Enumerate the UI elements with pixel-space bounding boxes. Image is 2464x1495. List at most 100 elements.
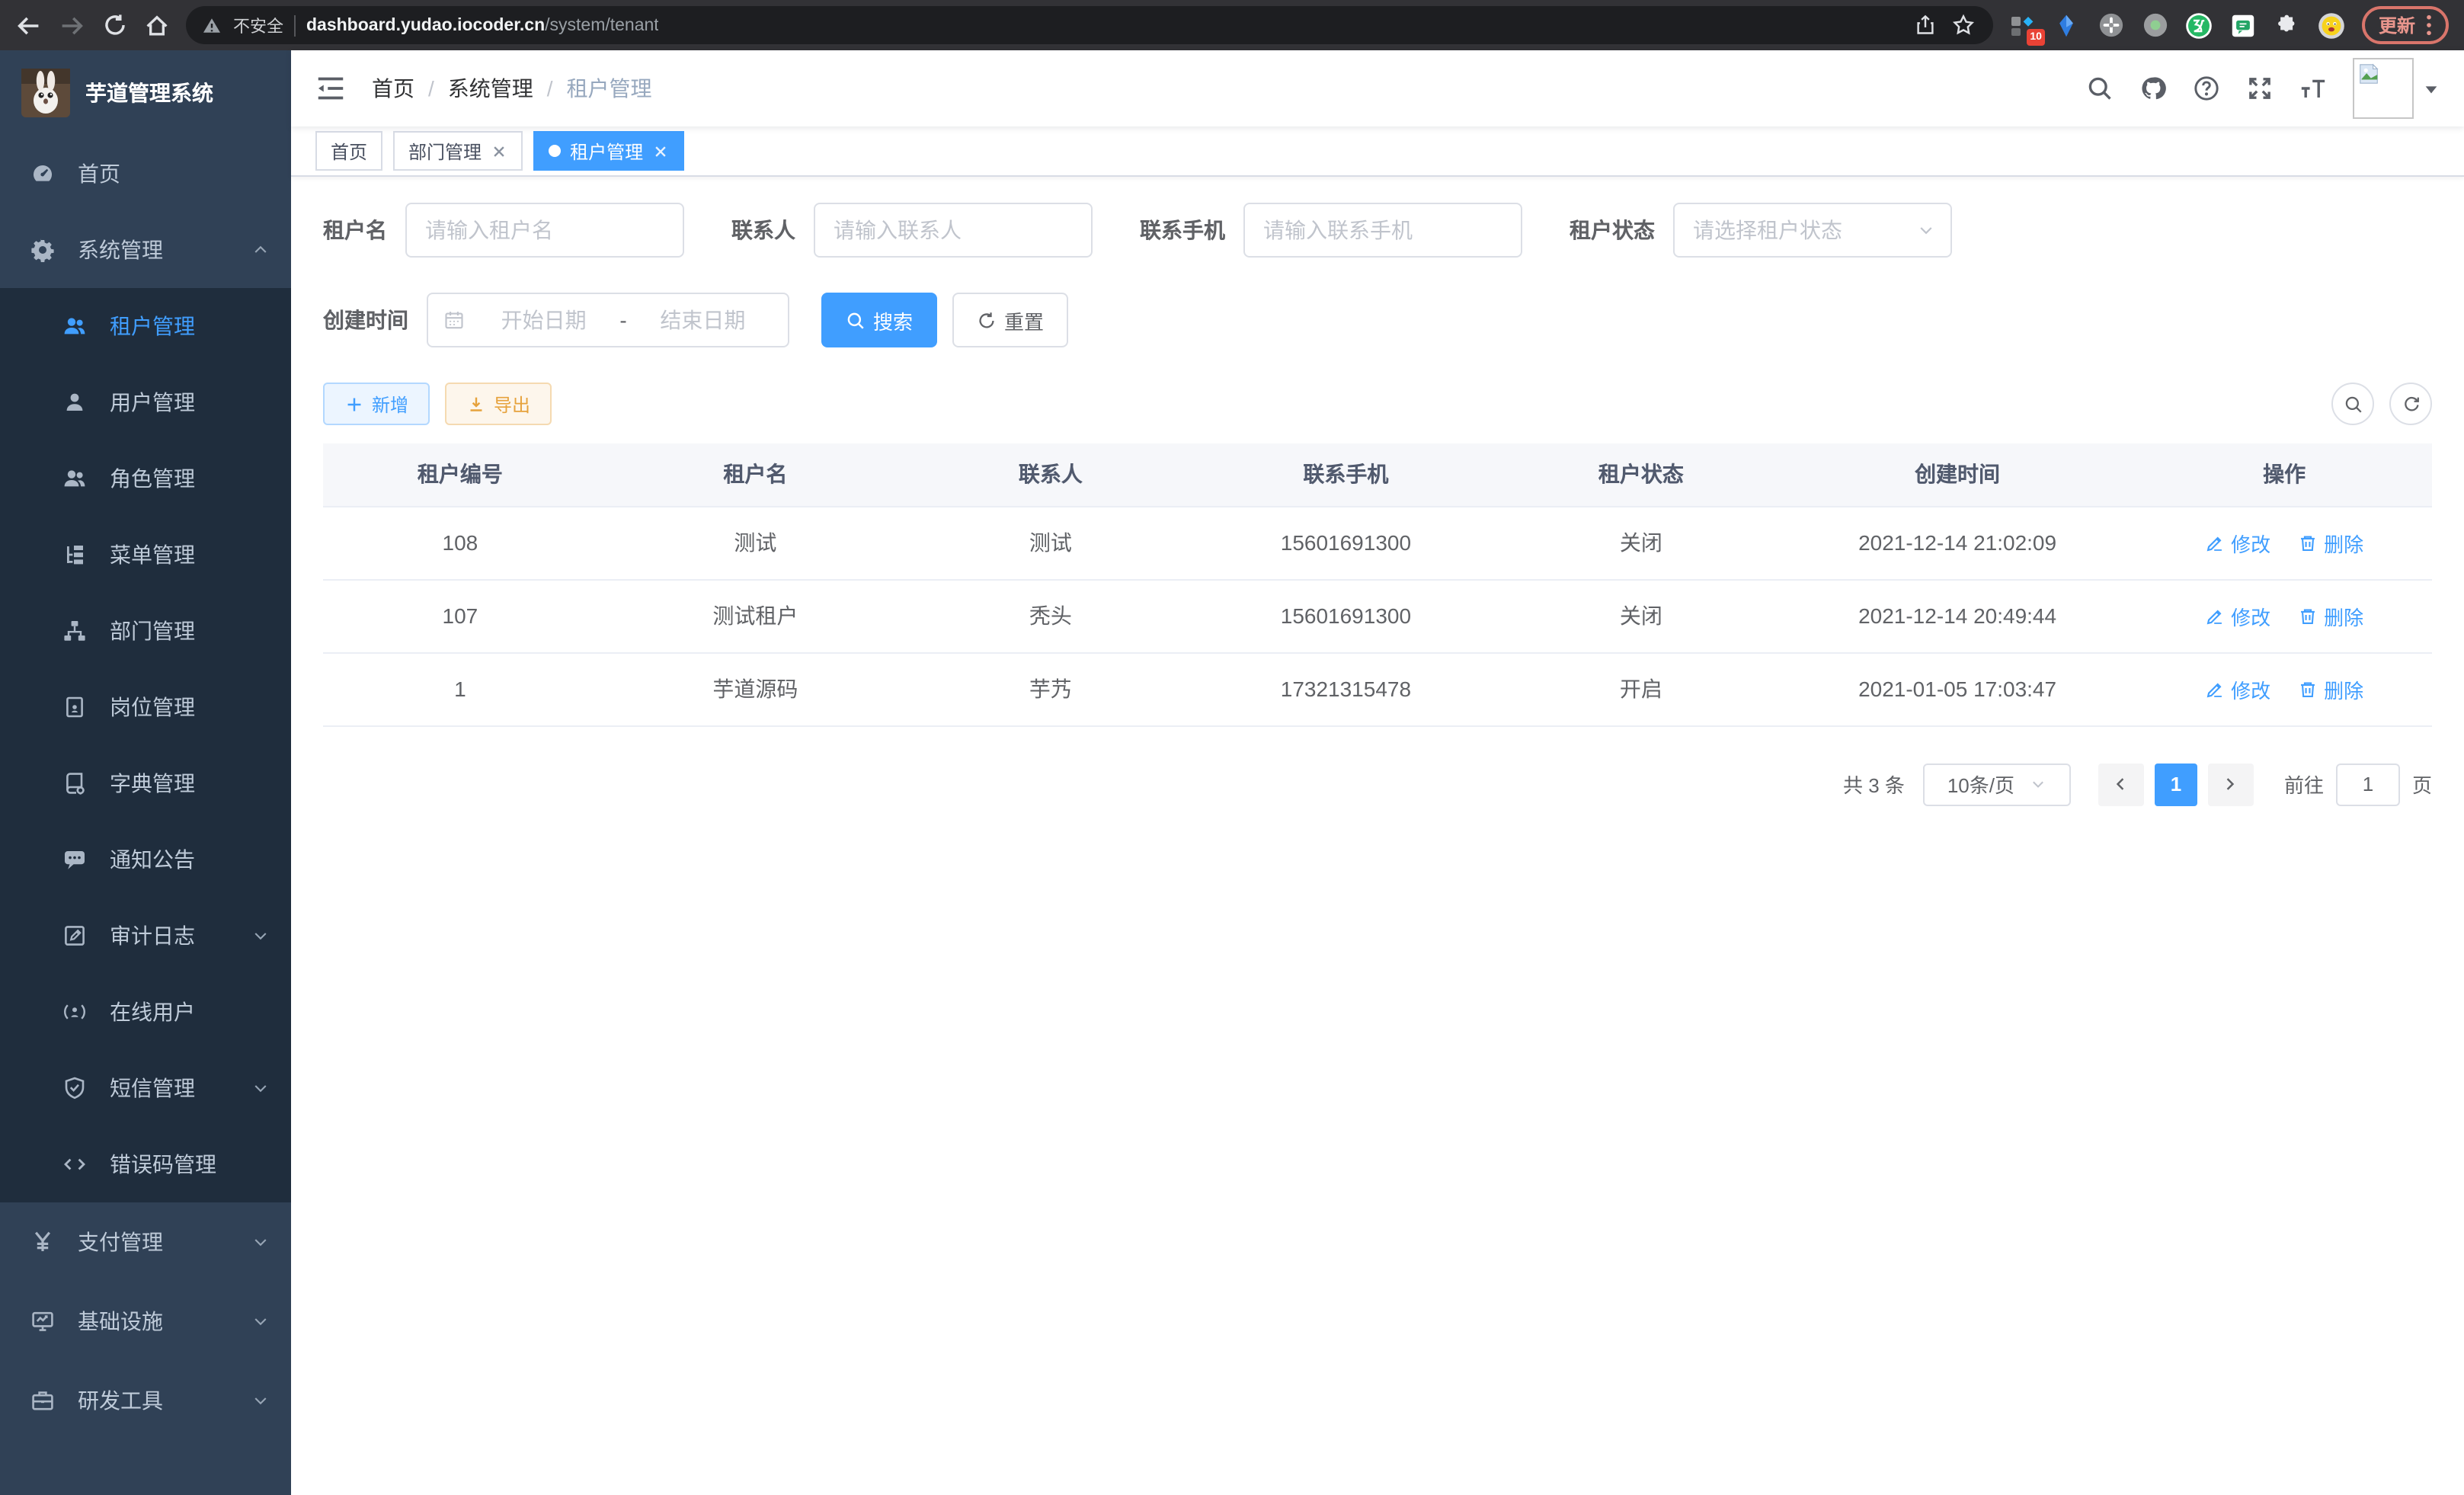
breadcrumb-item[interactable]: 首页 <box>372 73 414 104</box>
github-icon[interactable] <box>2139 75 2167 102</box>
extension-kite-icon[interactable] <box>2053 11 2082 40</box>
font-size-icon[interactable] <box>2299 75 2327 102</box>
sidebar-item-error-code[interactable]: 错误码管理 <box>0 1126 291 1202</box>
search-button[interactable]: 搜索 <box>821 293 937 347</box>
user-avatar[interactable] <box>2353 58 2440 119</box>
sidebar-item-sms[interactable]: 短信管理 <box>0 1050 291 1126</box>
share-icon[interactable] <box>1912 11 1940 39</box>
chevron-up-icon <box>251 241 270 259</box>
avatar-broken-image <box>2353 58 2414 119</box>
menu-tree-icon <box>62 543 87 567</box>
sidebar-item-tenant[interactable]: 租户管理 <box>0 288 291 364</box>
edit-link[interactable]: 修改 <box>2205 601 2270 630</box>
help-icon[interactable] <box>2193 75 2220 102</box>
browser-home-icon[interactable] <box>143 11 171 39</box>
security-label[interactable]: 不安全 <box>233 13 283 37</box>
sidebar-item-user[interactable]: 用户管理 <box>0 364 291 440</box>
date-range-picker[interactable]: 开始日期 - 结束日期 <box>427 293 789 347</box>
next-page-button[interactable] <box>2208 763 2254 805</box>
cell-contact: 芋艿 <box>914 652 1188 725</box>
add-button[interactable]: 新增 <box>323 383 430 425</box>
sidebar-item-label: 在线用户 <box>110 997 195 1027</box>
prev-page-button[interactable] <box>2098 763 2144 805</box>
sidebar-item-menu[interactable]: 菜单管理 <box>0 517 291 593</box>
sidebar-item-online-user[interactable]: 在线用户 <box>0 974 291 1050</box>
address-bar[interactable]: 不安全 dashboard.yudao.iocoder.cn/system/te… <box>186 6 1993 44</box>
sidebar-item-label: 基础设施 <box>78 1306 163 1337</box>
sidebar-item-role[interactable]: 角色管理 <box>0 440 291 517</box>
col-header-created: 创建时间 <box>1778 443 2137 506</box>
sidebar-item-infra[interactable]: 基础设施 <box>0 1282 291 1361</box>
browser-forward-icon[interactable] <box>58 11 85 39</box>
refresh-table-button[interactable] <box>2389 383 2432 425</box>
extension-badge: 10 <box>2027 29 2045 46</box>
reset-button[interactable]: 重置 <box>952 293 1068 347</box>
date-start-placeholder: 开始日期 <box>474 305 613 335</box>
sidebar-item-dict[interactable]: 字典管理 <box>0 745 291 821</box>
sidebar-item-dev-tools[interactable]: 研发工具 <box>0 1361 291 1440</box>
extension-gray-circle-icon[interactable] <box>2141 11 2170 40</box>
extensions-puzzle-icon[interactable] <box>2274 11 2302 40</box>
sidebar-item-label: 部门管理 <box>110 616 195 646</box>
sidebar-item-dept[interactable]: 部门管理 <box>0 593 291 669</box>
header-search-icon[interactable] <box>2086 75 2114 102</box>
extension-yuque-icon[interactable] <box>2185 11 2214 40</box>
user-icon <box>62 390 87 415</box>
chevron-down-icon <box>251 1079 270 1097</box>
tenant-name-input[interactable] <box>405 203 684 258</box>
search-button-label: 搜索 <box>873 306 913 335</box>
tag-home[interactable]: 首页 <box>315 131 382 171</box>
toggle-search-button[interactable] <box>2331 383 2374 425</box>
browser-toolbar: 不安全 dashboard.yudao.iocoder.cn/system/te… <box>0 0 2464 50</box>
sidebar-item-notice[interactable]: 通知公告 <box>0 821 291 898</box>
export-button[interactable]: 导出 <box>445 383 552 425</box>
phone-input[interactable] <box>1243 203 1522 258</box>
filter-row-1: 租户名 联系人 联系手机 租户状态 请选择租户状态 <box>323 203 2432 258</box>
tag-dept[interactable]: 部门管理 <box>393 131 523 171</box>
security-warning-icon[interactable] <box>201 14 222 36</box>
delete-link[interactable]: 删除 <box>2298 528 2363 557</box>
close-icon[interactable] <box>652 142 669 159</box>
url-text[interactable]: dashboard.yudao.iocoder.cn/system/tenant <box>306 16 659 34</box>
tenant-table: 租户编号 租户名 联系人 联系手机 租户状态 创建时间 操作 108 测试 <box>323 443 2432 726</box>
sidebar-logo[interactable]: 芋道管理系统 <box>0 50 291 136</box>
edit-link[interactable]: 修改 <box>2205 674 2270 703</box>
cell-phone: 15601691300 <box>1188 579 1504 652</box>
goto-page-input[interactable] <box>2336 763 2400 805</box>
breadcrumb-item[interactable]: 系统管理 <box>448 73 533 104</box>
extension-tab-manager-icon[interactable]: 10 <box>2008 11 2037 40</box>
browser-reload-icon[interactable] <box>101 11 128 39</box>
profile-avatar-icon[interactable] <box>2318 11 2347 40</box>
sidebar-item-post[interactable]: 岗位管理 <box>0 669 291 745</box>
extension-chat-icon[interactable] <box>2229 11 2258 40</box>
close-icon[interactable] <box>491 142 507 159</box>
tag-tenant-active[interactable]: 租户管理 <box>533 131 684 171</box>
status-select[interactable]: 请选择租户状态 <box>1673 203 1952 258</box>
dev-tools-icon <box>30 1388 55 1413</box>
edit-link[interactable]: 修改 <box>2205 528 2270 557</box>
extension-clover-icon[interactable] <box>2097 11 2126 40</box>
plus-icon <box>344 394 364 414</box>
sidebar-item-audit-log[interactable]: 审计日志 <box>0 898 291 974</box>
edit-pencil-icon <box>2205 679 2225 699</box>
filter-label: 联系人 <box>731 215 795 245</box>
breadcrumb-item-current: 租户管理 <box>567 73 652 104</box>
sidebar-item-label: 通知公告 <box>110 844 195 875</box>
page-number-current[interactable]: 1 <box>2155 763 2197 805</box>
delete-link[interactable]: 删除 <box>2298 601 2363 630</box>
bookmark-star-icon[interactable] <box>1950 11 1978 39</box>
browser-update-button[interactable]: 更新 <box>2362 6 2449 44</box>
sidebar-item-system[interactable]: 系统管理 <box>0 212 291 288</box>
fullscreen-icon[interactable] <box>2246 75 2274 102</box>
delete-link[interactable]: 删除 <box>2298 674 2363 703</box>
contact-input[interactable] <box>814 203 1093 258</box>
sidebar-item-pay[interactable]: 支付管理 <box>0 1202 291 1282</box>
page-size-select[interactable]: 10条/页 <box>1923 763 2071 805</box>
kebab-menu-icon <box>2426 14 2432 37</box>
cell-created: 2021-12-14 20:49:44 <box>1778 579 2137 652</box>
sidebar-collapse-icon[interactable] <box>315 73 346 104</box>
browser-back-icon[interactable] <box>15 11 43 39</box>
export-button-label: 导出 <box>494 391 530 417</box>
sidebar-item-home[interactable]: 首页 <box>0 136 291 212</box>
delete-label: 删除 <box>2324 674 2363 703</box>
